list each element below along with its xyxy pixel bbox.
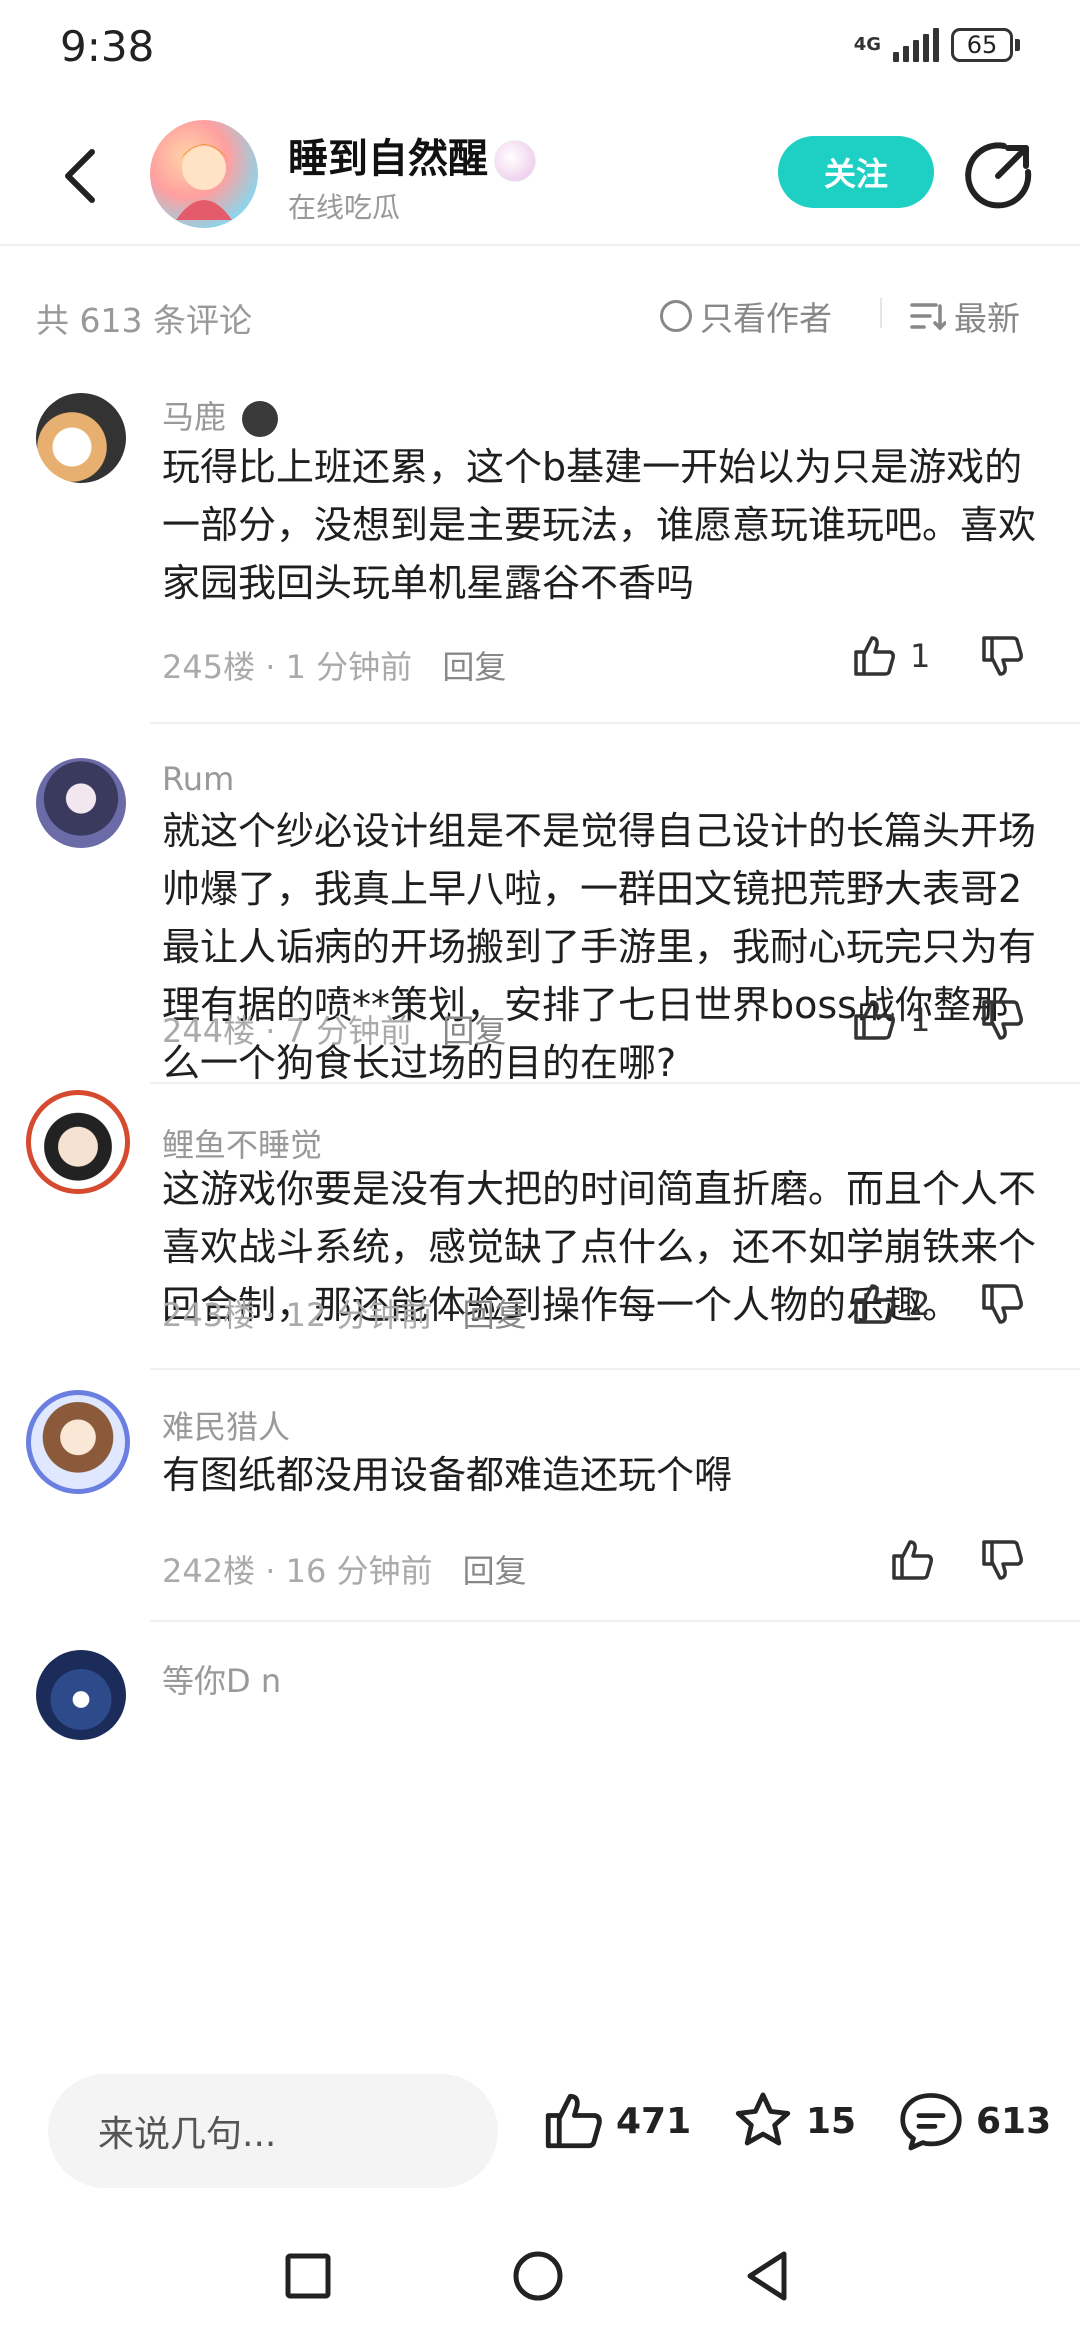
like-count: 1	[910, 637, 931, 675]
comment-list: 马鹿 玩得比上班还累，这个b基建一开始以为只是游戏的一部分，没想到是主要玩法，谁…	[0, 380, 1080, 2048]
back-arrow-icon	[65, 149, 95, 203]
commenter-name-text: 马鹿	[162, 398, 227, 436]
back-nav-button[interactable]	[740, 2248, 796, 2304]
user-badge-icon	[242, 401, 279, 437]
commenter-avatar[interactable]	[26, 1390, 130, 1494]
status-bar: 9:38 4G 65	[0, 0, 1080, 100]
divider	[150, 1620, 1080, 1622]
author-only-label: 只看作者	[700, 299, 832, 338]
commenter-name[interactable]: 难民猎人	[162, 1402, 290, 1448]
comment-text: 玩得比上班还累，这个b基建一开始以为只是游戏的一部分，没想到是主要玩法，谁愿意玩…	[162, 445, 1037, 605]
square-icon	[285, 2253, 331, 2299]
sort-button[interactable]: 最新	[910, 292, 1020, 340]
sort-label: 最新	[954, 299, 1020, 338]
post-like-count: 471	[616, 2100, 692, 2142]
thumbs-up-icon	[892, 1540, 933, 1580]
favorite-count: 15	[806, 2100, 857, 2142]
thumbs-up-icon	[854, 1000, 895, 1040]
author-name-text: 睡到自然醒	[288, 136, 488, 182]
bottom-action-bar: 来说几句... 471 15 613	[0, 2048, 1080, 2208]
status-time: 9:38	[60, 22, 155, 71]
comment-count: 共 613 条评论	[36, 301, 252, 340]
thumbs-down-icon	[982, 1000, 1023, 1040]
triangle-back-icon	[747, 2251, 787, 2301]
sort-icon	[910, 303, 946, 331]
radio-icon	[660, 300, 692, 332]
commenter-name[interactable]: 等你D n	[162, 1656, 281, 1702]
author-name[interactable]: 睡到自然醒	[288, 126, 536, 184]
comment-meta: 245楼 · 1 分钟前 回复	[162, 642, 506, 688]
post-like-button[interactable]: 471	[540, 2088, 691, 2154]
like-count: 1	[910, 1001, 931, 1039]
like-button[interactable]: 1	[850, 996, 930, 1044]
commenter-avatar[interactable]	[26, 1090, 130, 1194]
share-icon	[965, 142, 1032, 209]
battery-icon: 65	[951, 28, 1020, 62]
comment-floor-time: 242楼 · 16 分钟前	[162, 1552, 433, 1590]
author-only-toggle[interactable]: 只看作者	[660, 292, 832, 340]
reply-button[interactable]: 回复	[463, 1552, 527, 1590]
follow-button[interactable]: 关注	[778, 136, 934, 208]
commenter-name[interactable]: 马鹿	[162, 392, 279, 438]
comment-floor-time: 243楼 · 12 分钟前	[162, 1296, 433, 1334]
comment-meta: 243楼 · 12 分钟前 回复	[162, 1290, 527, 1336]
share-button[interactable]	[964, 138, 1036, 210]
reply-button[interactable]: 回复	[442, 648, 506, 686]
thumbs-down-icon	[982, 636, 1023, 676]
author-avatar[interactable]	[150, 120, 258, 228]
comment-floor-time: 244楼 · 7 分钟前	[162, 1012, 413, 1050]
divider	[150, 1082, 1080, 1084]
thumbs-down-icon	[982, 1540, 1023, 1580]
author-subtitle: 在线吃瓜	[288, 191, 401, 224]
comment-text: 有图纸都没用设备都难造还玩个嘚	[162, 1453, 733, 1497]
commenter-name[interactable]: Rum	[162, 760, 234, 798]
favorite-button[interactable]: 15	[730, 2088, 856, 2154]
dislike-button[interactable]	[978, 1536, 1026, 1588]
star-icon	[735, 2092, 791, 2146]
like-button[interactable]	[888, 1536, 948, 1584]
divider	[150, 722, 1080, 724]
network-label: 4G	[853, 34, 881, 55]
avatar-art	[176, 144, 232, 220]
comment-total: 613	[976, 2100, 1052, 2142]
comment-meta: 244楼 · 7 分钟前 回复	[162, 1006, 506, 1052]
like-button[interactable]: 1	[850, 632, 930, 680]
separator	[880, 298, 882, 328]
dislike-button[interactable]	[978, 996, 1026, 1048]
back-button[interactable]	[40, 136, 120, 216]
signal-icon	[893, 28, 939, 62]
commenter-avatar[interactable]	[36, 393, 126, 483]
thumbs-down-icon	[982, 1284, 1023, 1324]
thumbs-up-icon	[854, 636, 895, 676]
recents-button[interactable]	[280, 2248, 336, 2304]
post-header: 睡到自然醒 在线吃瓜 关注	[0, 100, 1080, 246]
comment-floor-time: 245楼 · 1 分钟前	[162, 648, 413, 686]
divider	[150, 1368, 1080, 1370]
commenter-avatar[interactable]	[36, 1650, 126, 1740]
reply-button[interactable]: 回复	[442, 1012, 506, 1050]
thumbs-up-icon	[545, 2093, 602, 2149]
author-badge-icon	[494, 140, 536, 182]
thumbs-up-icon	[854, 1284, 895, 1324]
comment-input[interactable]: 来说几句...	[48, 2074, 498, 2188]
comment-filter-bar: 共 613 条评论 只看作者 最新	[0, 246, 1080, 386]
like-count: 2	[910, 1285, 931, 1323]
home-button[interactable]	[510, 2248, 566, 2304]
comment-meta: 242楼 · 16 分钟前 回复	[162, 1546, 527, 1592]
system-nav-bar	[0, 2208, 1080, 2340]
reply-button[interactable]: 回复	[463, 1296, 527, 1334]
commenter-avatar[interactable]	[36, 758, 126, 848]
comment-icon	[900, 2093, 962, 2151]
dislike-button[interactable]	[978, 632, 1026, 684]
circle-icon	[513, 2251, 563, 2301]
like-button[interactable]: 2	[850, 1280, 930, 1328]
dislike-button[interactable]	[978, 1280, 1026, 1332]
status-icons: 4G 65	[854, 28, 1020, 62]
battery-level: 65	[951, 28, 1013, 62]
comment-button[interactable]: 613	[896, 2088, 1051, 2154]
